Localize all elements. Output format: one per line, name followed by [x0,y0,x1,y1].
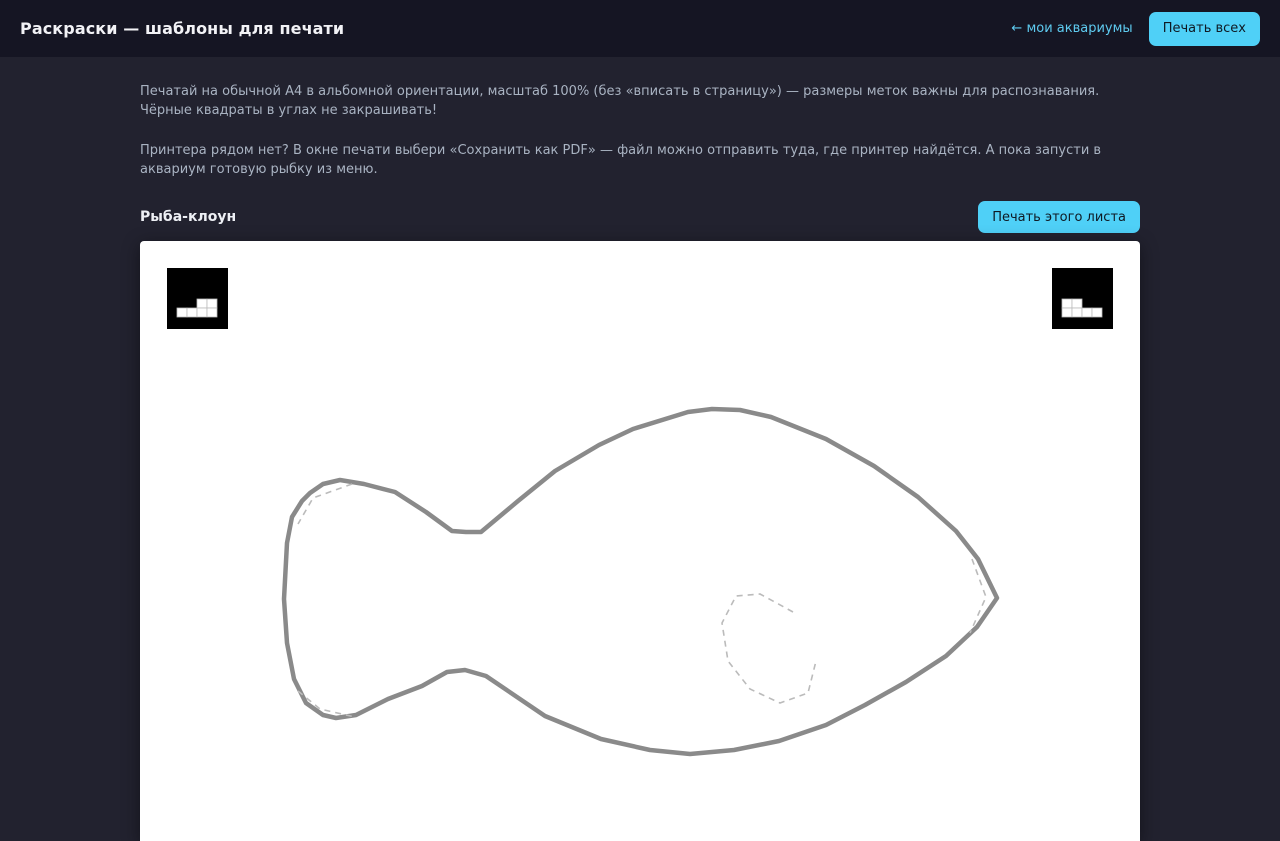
coloring-sheet [140,241,1140,841]
tail-guide-top [297,483,353,525]
print-instructions: Печатай на обычной А4 в альбомной ориент… [140,84,1100,118]
back-to-aquariums-link[interactable]: ← мои аквариумы [1011,21,1132,36]
fish-drawing [281,406,1000,757]
gill-guide [721,593,817,704]
sheet-title: Рыба-клоун [140,209,237,225]
top-bar: Раскраски — шаблоны для печати ← мои акв… [0,0,1280,57]
sheet-header: Рыба-клоун Печать этого листа [140,201,1140,233]
coloring-guides [297,483,987,718]
pdf-hint: Принтера рядом нет? В окне печати выбери… [140,143,1102,177]
print-sheet-button[interactable]: Печать этого листа [978,201,1140,233]
page-title: Раскраски — шаблоны для печати [20,19,345,38]
print-all-button[interactable]: Печать всех [1148,11,1260,46]
fish-outline [281,406,1000,757]
top-bar-actions: ← мои аквариумы Печать всех [1011,11,1260,46]
